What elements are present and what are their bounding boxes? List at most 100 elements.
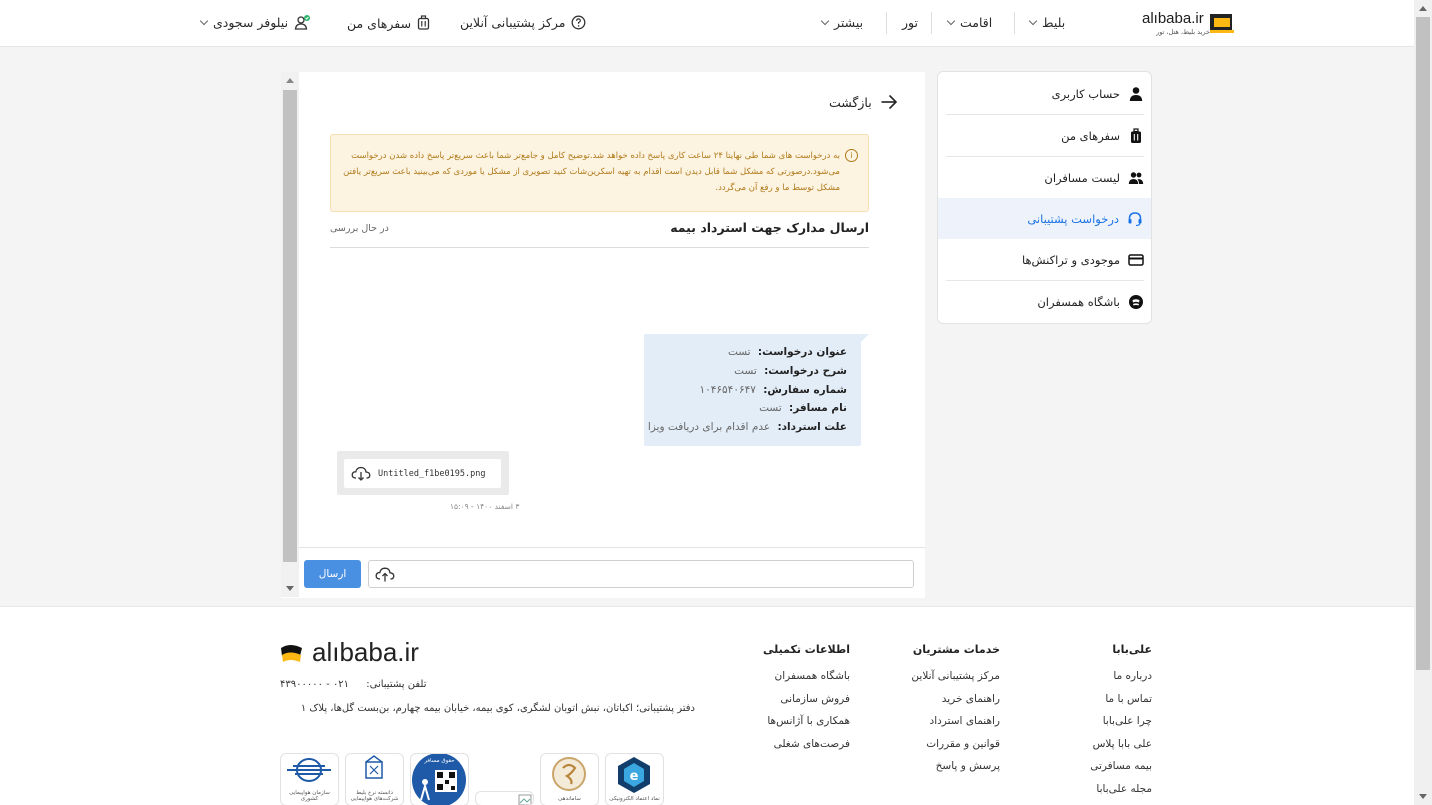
users-icon — [1128, 171, 1144, 184]
alibaba-logo[interactable]: alıbaba.ir خرید بلیط، هتل، تور — [1136, 7, 1242, 41]
ticket-title: ارسال مدارک جهت استرداد بیمه — [670, 220, 869, 235]
nav-stay[interactable]: اقامت — [946, 15, 993, 30]
club-icon — [1129, 294, 1143, 309]
ticket-rate-badge[interactable]: دانسته نرخ بلیط شرکت‌های هواپیمایی — [345, 753, 404, 805]
sidebar-item-club[interactable]: باشگاه همسفران — [946, 281, 1144, 322]
send-button[interactable]: ارسال — [304, 560, 361, 588]
sidebar-item-passengers[interactable]: لیست مسافران — [946, 157, 1144, 198]
footer-col-title: اطلاعات تکمیلی — [762, 643, 850, 656]
sidebar-item-label: باشگاه همسفران — [1037, 294, 1120, 309]
civil-aviation-badge[interactable]: سازمان هواپیمایی کشوری — [280, 753, 339, 805]
sidebar-item-label: سفرهای من — [1061, 128, 1120, 143]
ticket-status-badge: در حال بررسی — [330, 223, 389, 234]
sidebar-item-support-request[interactable]: درخواست پشتیبانی — [938, 198, 1151, 239]
footer-link[interactable]: راهنمای خرید — [880, 692, 1000, 715]
sidebar-item-balance[interactable]: موجودی و تراکنش‌ها — [946, 239, 1144, 280]
message-input-box[interactable] — [368, 560, 914, 588]
scrollbar-thumb[interactable] — [1416, 17, 1430, 670]
row-value: تست — [759, 402, 782, 414]
nav-user-name: نیلوفر سجودی — [213, 15, 289, 30]
nav-support-center[interactable]: مرکز پشتیبانی آنلاین — [460, 15, 586, 30]
row-value: عدم اقدام برای دریافت ویزا — [647, 421, 771, 433]
notice-text: به درخواست های شما طی نهایتا ۲۴ ساعت کار… — [343, 151, 840, 193]
site-footer: علی‌بابا درباره ما تماس با ما چرا علی‌با… — [0, 606, 1414, 805]
footer-link[interactable]: مجله علی‌بابا — [1060, 782, 1152, 805]
samandehi-icon — [552, 757, 586, 791]
scroll-down-arrow-icon[interactable] — [1419, 794, 1427, 799]
sidebar-item-label: درخواست پشتیبانی — [1027, 211, 1119, 226]
nav-tour[interactable]: تور — [902, 15, 918, 30]
footer-link[interactable]: همکاری با آژانس‌ها — [740, 714, 850, 737]
footer-col-title: علی‌بابا — [1112, 643, 1152, 656]
nav-divider — [1014, 12, 1015, 34]
attachment-card[interactable]: Untitled_f1be0195.png — [337, 451, 509, 495]
title-divider — [330, 247, 869, 248]
support-phone-label: تلفن پشتیبانی: — [366, 679, 427, 690]
chevron-down-icon — [1028, 16, 1038, 25]
brand-logo-icon — [281, 644, 302, 662]
back-button[interactable]: بازگشت — [829, 94, 898, 110]
message-input[interactable] — [403, 563, 908, 585]
logo-mark-icon — [1210, 14, 1234, 33]
message-row-order-number: شماره سفارش: ۱۰۴۶۵۴۰۶۴۷ — [699, 384, 847, 396]
footer-link[interactable]: راهنمای استرداد — [880, 714, 1000, 737]
sidebar-item-account[interactable]: حساب کاربری — [946, 73, 1144, 114]
info-icon: i — [845, 149, 858, 162]
attachment-link[interactable]: Untitled_f1be0195.png — [344, 459, 501, 488]
scroll-up-arrow-icon[interactable] — [1419, 6, 1427, 11]
nav-user-account[interactable]: نیلوفر سجودی — [199, 15, 311, 30]
nav-ticket[interactable]: بلیط — [1028, 15, 1066, 30]
scroll-down-arrow-icon[interactable] — [286, 586, 294, 591]
footer-link[interactable]: قوانین و مقررات — [880, 737, 1000, 760]
message-row-passenger-name: نام مسافر: تست — [759, 402, 847, 414]
broken-image-badge — [475, 791, 534, 805]
nav-ticket-label: بلیط — [1042, 15, 1066, 30]
chevron-down-icon — [199, 16, 209, 25]
user-icon — [294, 15, 311, 30]
nav-more[interactable]: بیشتر — [820, 15, 864, 30]
footer-link[interactable]: مرکز پشتیبانی آنلاین — [880, 669, 1000, 692]
nav-divider — [886, 12, 887, 34]
footer-logo[interactable]: alıbaba.ir — [280, 637, 419, 668]
footer-link[interactable]: فرصت‌های شغلی — [740, 737, 850, 760]
footer-link[interactable]: باشگاه همسفران — [740, 669, 850, 692]
chevron-down-icon — [820, 16, 830, 25]
row-value: تست — [734, 365, 757, 377]
enamad-badge[interactable]: e نماد اعتماد الکترونیکی — [605, 753, 664, 805]
row-value: ۱۰۴۶۵۴۰۶۴۷ — [699, 384, 756, 396]
sidebar-item-label: موجودی و تراکنش‌ها — [1021, 252, 1120, 267]
page-scrollbar[interactable] — [1414, 0, 1432, 805]
row-label: نام مسافر: — [789, 402, 847, 414]
nav-my-trips[interactable]: سفرهای من — [347, 15, 430, 31]
message-row-description: شرح درخواست: تست — [734, 365, 847, 377]
badge-caption: حقوق مسافر — [424, 758, 455, 764]
nav-trips-label: سفرهای من — [347, 15, 412, 31]
nav-stay-label: اقامت — [960, 15, 993, 30]
passenger-rights-badge[interactable]: حقوق مسافر — [410, 753, 469, 805]
message-row-subject: عنوان درخواست: تست — [728, 346, 847, 358]
badge-caption: نماد اعتماد الکترونیکی — [609, 796, 660, 802]
sidebar-item-label: حساب کاربری — [1051, 86, 1120, 101]
response-time-notice: i به درخواست های شما طی نهایتا ۲۴ ساعت ک… — [330, 134, 869, 212]
footer-link[interactable]: علی بابا پلاس — [1060, 737, 1152, 760]
scroll-up-arrow-icon[interactable] — [286, 78, 294, 83]
nav-more-label: بیشتر — [834, 15, 864, 30]
support-address: دفتر پشتیبانی؛ اکباتان، نبش اتوبان لشگری… — [300, 703, 695, 714]
cloud-upload-icon[interactable] — [375, 566, 395, 582]
samandehi-badge[interactable]: ساماندهی — [540, 753, 599, 805]
ticket-scrollbar[interactable] — [281, 72, 299, 597]
footer-link[interactable]: تماس با ما — [1060, 692, 1152, 715]
footer-link[interactable]: بیمه مسافرتی — [1060, 759, 1152, 782]
footer-link[interactable]: فروش سازمانی — [740, 692, 850, 715]
scrollbar-thumb[interactable] — [283, 90, 297, 562]
row-label: عنوان درخواست: — [757, 346, 847, 358]
footer-link[interactable]: چرا علی‌بابا — [1060, 714, 1152, 737]
compose-divider — [299, 547, 925, 548]
footer-link[interactable]: پرسش و پاسخ — [880, 759, 1000, 782]
row-label: شرح درخواست: — [764, 365, 847, 377]
support-phone: تلفن پشتیبانی: ۰۲۱ - ۴۳۹۰۰۰۰۰ — [280, 679, 426, 690]
arrow-right-icon — [881, 94, 897, 110]
sidebar-item-my-trips[interactable]: سفرهای من — [946, 115, 1144, 156]
footer-link[interactable]: درباره ما — [1060, 669, 1152, 692]
chevron-down-icon — [946, 16, 956, 25]
